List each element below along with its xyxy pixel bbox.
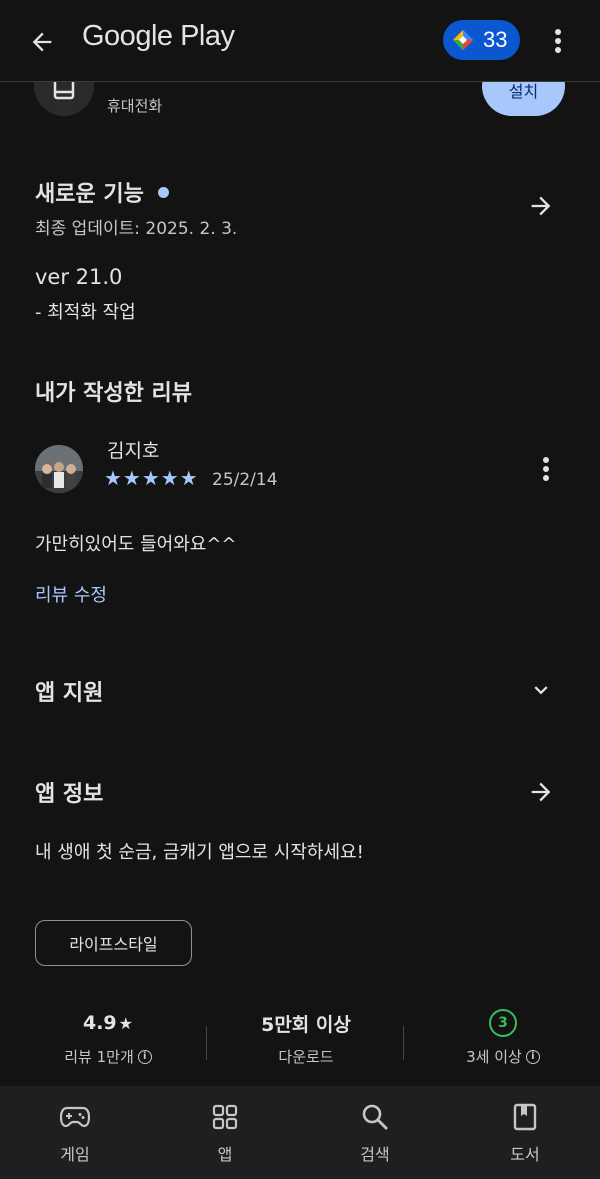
age-rating-stat: 3 3세 이상 i [403, 1008, 600, 1067]
review-more-button[interactable] [534, 452, 558, 486]
avatar [35, 445, 83, 493]
downloads-stat: 5만회 이상 다운로드 [206, 1008, 406, 1067]
nav-games[interactable]: 게임 [0, 1086, 150, 1179]
gamepad-icon [60, 1106, 90, 1128]
info-icon[interactable]: i [525, 1049, 540, 1064]
book-icon [513, 1103, 537, 1131]
device-type-label: 휴대전화 [107, 97, 163, 115]
about-app-heading[interactable]: 앱 정보 [35, 776, 103, 808]
more-vert-icon [555, 29, 561, 53]
version-text: ver 21.0 [35, 265, 123, 289]
nav-apps[interactable]: 앱 [150, 1086, 300, 1179]
rating-stat: 4.9 ★ 리뷰 1만개 i [8, 1008, 208, 1067]
new-indicator-dot [157, 186, 169, 198]
nav-search-label: 검색 [360, 1145, 390, 1164]
downloads-value: 5만회 이상 [261, 1013, 351, 1036]
age-rating-label: 3세 이상 [466, 1048, 522, 1066]
release-notes: - 최적화 작업 [35, 302, 136, 323]
more-options-button[interactable] [546, 24, 570, 58]
top-app-bar: Google Play 33 [0, 0, 600, 82]
brand-title: Google Play [82, 20, 235, 52]
reviewer-name: 김지호 [107, 440, 160, 462]
whats-new-title: 새로운 기능 [35, 182, 144, 207]
app-stats: 4.9 ★ 리뷰 1만개 i 5만회 이상 다운로드 3 3세 이상 i [0, 1008, 600, 1078]
nav-books-label: 도서 [510, 1145, 540, 1164]
play-points-icon [453, 30, 473, 50]
app-support-heading[interactable]: 앱 지원 [35, 675, 103, 707]
arrow-forward-icon[interactable] [527, 778, 555, 806]
info-icon[interactable]: i [137, 1049, 152, 1064]
category-chip[interactable]: 라이프스타일 [35, 920, 192, 966]
review-date: 25/2/14 [212, 470, 278, 490]
edit-review-link[interactable]: 리뷰 수정 [35, 581, 107, 607]
arrow-forward-icon[interactable] [527, 192, 555, 220]
search-icon [362, 1104, 388, 1130]
rating-count: 리뷰 1만개 [64, 1048, 134, 1066]
downloads-label: 다운로드 [278, 1048, 334, 1066]
nav-apps-label: 앱 [217, 1145, 233, 1164]
nav-books[interactable]: 도서 [450, 1086, 600, 1179]
star-rating: ★★★★★ [104, 466, 199, 490]
last-updated: 최종 업데이트: 2025. 2. 3. [35, 219, 238, 239]
more-vert-icon [543, 457, 549, 481]
rating-value: 4.9 [82, 1012, 117, 1034]
avatar-photo [35, 445, 83, 493]
chevron-down-icon[interactable] [528, 677, 554, 703]
back-button[interactable] [22, 22, 62, 62]
review-text: 가만히있어도 들어와요^^ [35, 534, 237, 555]
app-description: 내 생애 첫 순금, 금캐기 앱으로 시작하세요! [35, 842, 364, 863]
arrow-back-icon [32, 32, 52, 52]
nav-games-label: 게임 [60, 1145, 90, 1164]
play-points-badge[interactable]: 33 [443, 20, 520, 60]
nav-search[interactable]: 검색 [300, 1086, 450, 1179]
age-rating-badge: 3 [489, 1009, 517, 1037]
points-count: 33 [483, 27, 508, 52]
star-icon: ★ [118, 1013, 133, 1033]
bottom-navigation: 게임 앱 검색 도서 [0, 1086, 600, 1179]
apps-grid-icon [212, 1104, 238, 1130]
my-review-heading: 내가 작성한 리뷰 [35, 381, 192, 406]
whats-new-heading[interactable]: 새로운 기능 [35, 176, 169, 208]
